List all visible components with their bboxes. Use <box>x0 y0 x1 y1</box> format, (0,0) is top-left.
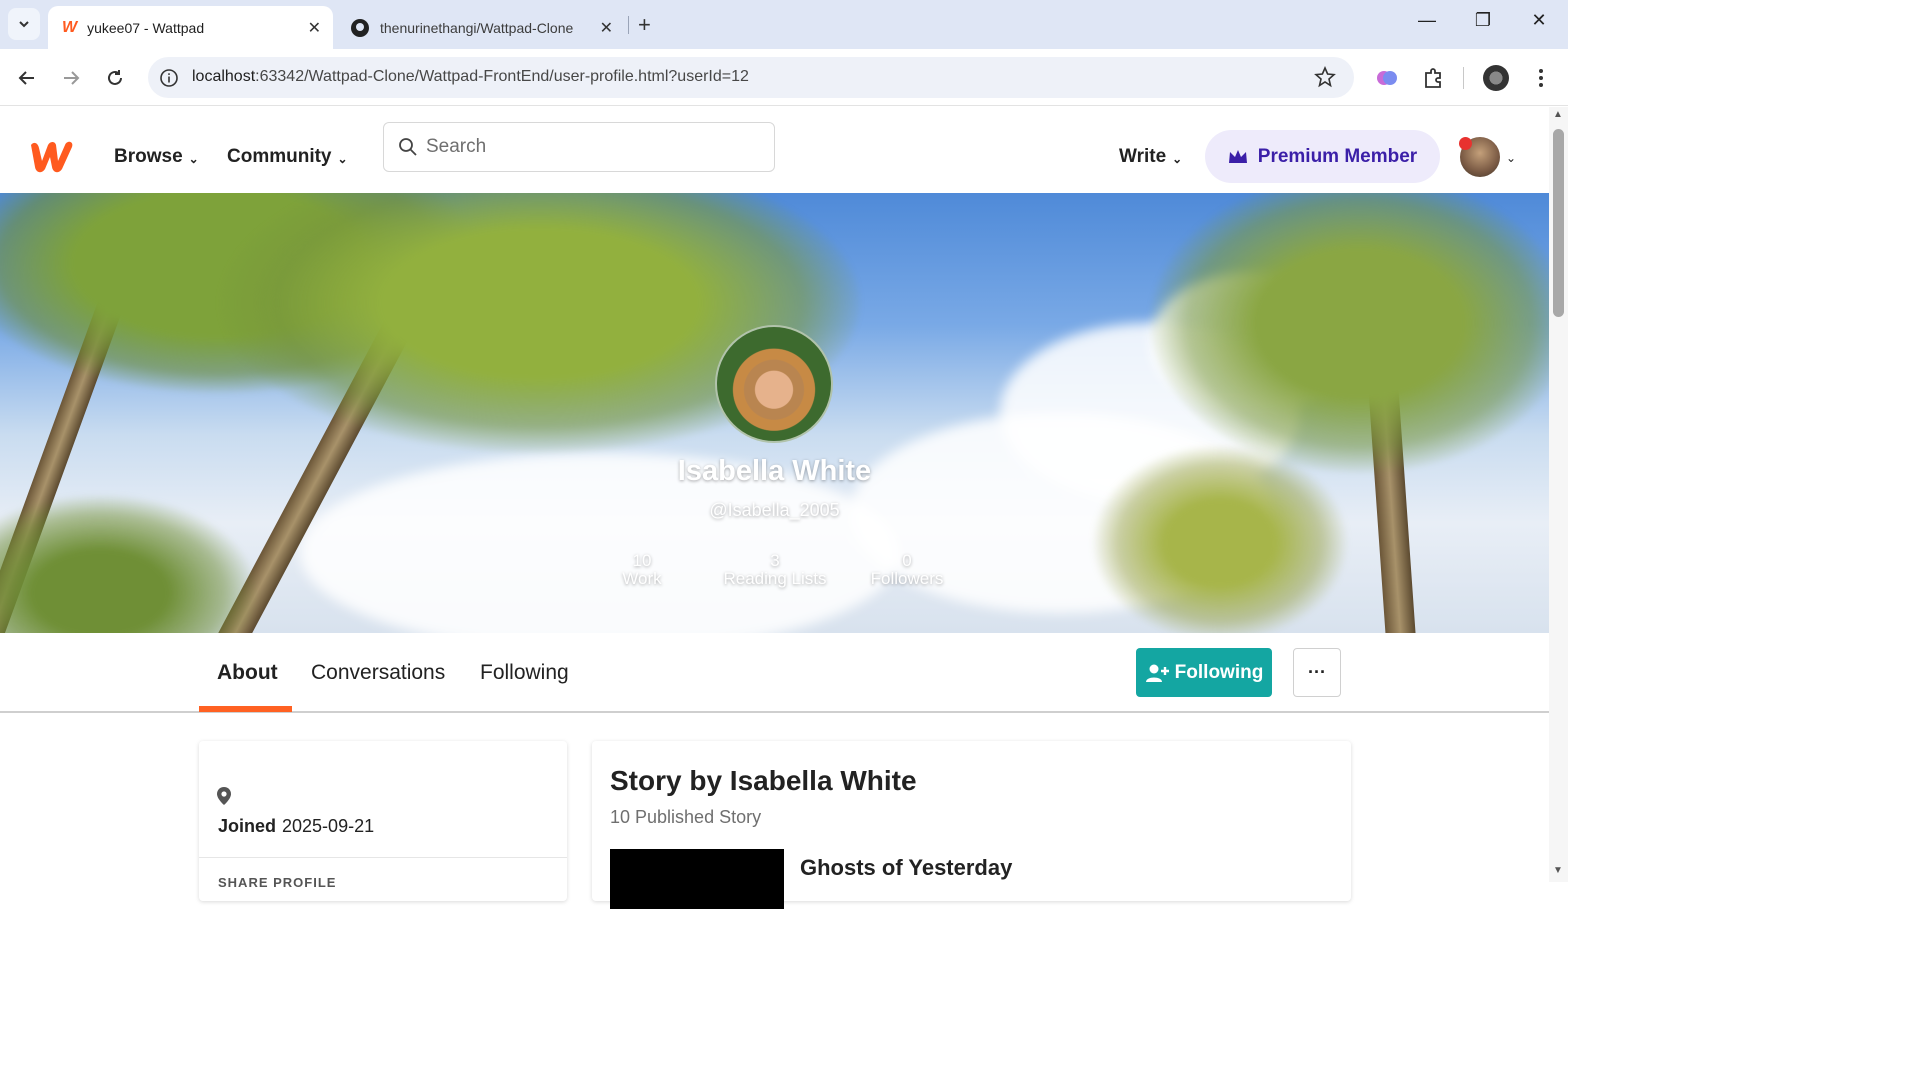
toolbar-divider <box>1463 67 1464 89</box>
divider <box>199 857 567 858</box>
tab-about[interactable]: About <box>217 661 278 685</box>
page-scrollbar[interactable]: ▲ ▼ <box>1549 107 1568 882</box>
notification-badge <box>1459 137 1472 150</box>
close-window-icon[interactable]: ✕ <box>1524 10 1554 31</box>
stat-label: Followers <box>870 569 944 588</box>
nav-community[interactable]: Community ⌄ <box>227 146 348 168</box>
forward-icon[interactable] <box>57 64 85 92</box>
tab-title: yukee07 - Wattpad <box>87 19 205 36</box>
nav-write[interactable]: Write ⌄ <box>1119 146 1182 168</box>
nav-browse[interactable]: Browse ⌄ <box>114 146 199 168</box>
close-icon[interactable]: ✕ <box>308 18 321 38</box>
joined-label: Joined <box>218 816 277 836</box>
stat-followers[interactable]: 0 Followers <box>827 552 987 588</box>
crown-icon <box>1228 149 1247 163</box>
more-options-button[interactable]: ··· <box>1293 648 1341 697</box>
close-icon[interactable]: ✕ <box>600 18 613 38</box>
following-label: Following <box>1174 661 1264 683</box>
profile-name: Isabella White <box>677 455 872 487</box>
premium-member-button[interactable]: Premium Member <box>1205 130 1440 183</box>
extensions-puzzle-icon[interactable] <box>1418 63 1448 93</box>
restore-icon[interactable]: ❐ <box>1468 10 1498 31</box>
browser-toolbar: localhost:63342/Wattpad-Clone/Wattpad-Fr… <box>0 49 1568 106</box>
nav-community-label: Community <box>227 146 332 167</box>
chevron-down-icon[interactable]: ⌄ <box>1506 151 1516 165</box>
scroll-up-icon[interactable]: ▲ <box>1553 109 1563 120</box>
bookmark-star-icon[interactable] <box>1314 66 1336 88</box>
profile-avatar <box>715 325 833 443</box>
share-profile-label: SHARE PROFILE <box>218 875 337 890</box>
story-cover[interactable] <box>610 849 784 909</box>
profile-banner: Isabella White @Isabella_2005 10 Work 3 … <box>0 193 1549 633</box>
search-icon <box>399 138 417 156</box>
url-text: localhost:63342/Wattpad-Clone/Wattpad-Fr… <box>192 68 749 86</box>
minimize-icon[interactable]: — <box>1412 10 1442 31</box>
chevron-down-icon: ⌄ <box>337 151 348 166</box>
profile-avatar-icon[interactable] <box>1481 63 1511 93</box>
more-vert-icon[interactable] <box>1526 63 1556 93</box>
chevron-down-icon: ⌄ <box>1172 151 1183 166</box>
browser-tab-active[interactable]: W yukee07 - Wattpad ✕ <box>48 6 333 49</box>
wattpad-logo-icon[interactable] <box>28 139 76 173</box>
wattpad-favicon-icon: W <box>62 18 78 36</box>
reload-icon[interactable] <box>101 64 129 92</box>
joined-info: Joined 2025-09-21 <box>218 816 374 837</box>
scroll-thumb[interactable] <box>1553 129 1564 317</box>
nav-write-label: Write <box>1119 146 1167 167</box>
user-plus-icon <box>1145 664 1169 682</box>
premium-label: Premium Member <box>1257 145 1418 167</box>
tab-title: thenurinethangi/Wattpad-Clone <box>380 19 574 36</box>
active-tab-indicator <box>199 706 292 712</box>
joined-date: 2025-09-21 <box>282 816 375 836</box>
stat-value: 0 <box>902 551 912 570</box>
new-tab-icon[interactable]: + <box>638 12 651 38</box>
browser-tab-bar: W yukee07 - Wattpad ✕ thenurinethangi/Wa… <box>0 0 1568 49</box>
tab-conversations[interactable]: Conversations <box>311 661 445 685</box>
location-pin-icon <box>217 787 231 805</box>
about-card: Joined 2025-09-21 SHARE PROFILE <box>199 741 567 901</box>
search-box[interactable] <box>383 122 775 172</box>
site-info-icon[interactable] <box>158 67 180 89</box>
back-icon[interactable] <box>13 64 41 92</box>
url-host: localhost <box>192 68 256 85</box>
url-path: :63342/Wattpad-Clone/Wattpad-FrontEnd/us… <box>255 68 749 85</box>
tab-following[interactable]: Following <box>480 661 569 685</box>
extension-brain-icon[interactable] <box>1372 63 1402 93</box>
scroll-down-icon[interactable]: ▼ <box>1553 865 1563 876</box>
stories-card: Story by Isabella White 10 Published Sto… <box>592 741 1351 909</box>
story-title[interactable]: Ghosts of Yesterday <box>800 855 1012 881</box>
profile-handle: @Isabella_2005 <box>709 500 840 520</box>
search-input[interactable] <box>426 136 746 158</box>
chevron-down-icon <box>19 21 29 28</box>
github-icon <box>351 18 369 37</box>
tab-divider <box>628 16 629 34</box>
browser-tab[interactable]: thenurinethangi/Wattpad-Clone ✕ <box>340 6 625 49</box>
address-bar[interactable]: localhost:63342/Wattpad-Clone/Wattpad-Fr… <box>148 57 1354 98</box>
nav-browse-label: Browse <box>114 146 183 167</box>
stories-count: 10 Published Story <box>610 807 762 827</box>
chevron-down-icon: ⌄ <box>188 151 199 166</box>
site-header: Browse ⌄ Community ⌄ Write ⌄ Premium Mem… <box>0 107 1549 193</box>
following-button[interactable]: Following <box>1136 648 1272 697</box>
profile-tabs: About Conversations Following Following … <box>0 633 1549 713</box>
stories-title: Story by Isabella White <box>610 765 917 796</box>
tab-search-button[interactable] <box>8 8 40 40</box>
